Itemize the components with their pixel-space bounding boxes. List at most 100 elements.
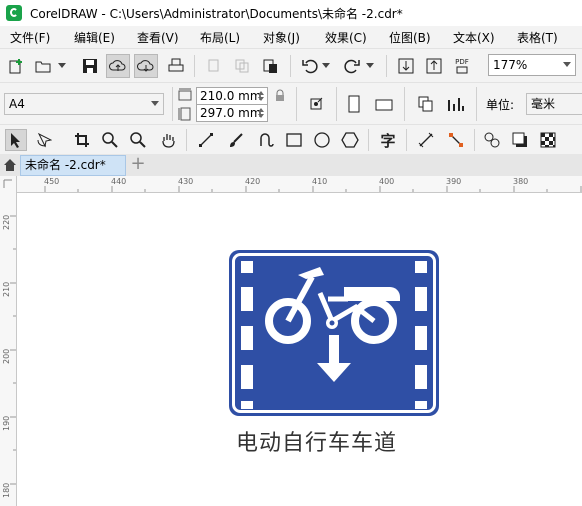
copy-icon[interactable]	[232, 56, 252, 76]
crop-tool-icon[interactable]	[72, 130, 92, 150]
polygon-tool-icon[interactable]	[340, 130, 360, 150]
zoom-level-combo[interactable]: 177%	[488, 54, 576, 76]
page-height-input[interactable]: 297.0 mm	[196, 104, 268, 122]
menu-bitmap[interactable]: 位图(B)	[389, 29, 431, 46]
all-pages-icon[interactable]	[416, 94, 436, 114]
spin-up-icon[interactable]	[258, 91, 264, 95]
current-page-icon[interactable]	[446, 94, 466, 114]
print-icon[interactable]	[166, 56, 186, 76]
artistic-media-tool-icon[interactable]	[226, 130, 246, 150]
lock-ratio-icon[interactable]	[272, 88, 288, 102]
page-height-value: 297.0 mm	[200, 106, 262, 120]
ruler-tick-label: 450	[44, 177, 60, 186]
window-title: CorelDRAW - C:\Users\Administrator\Docum…	[30, 7, 403, 21]
bezier-tool-icon[interactable]	[256, 130, 276, 150]
text-tool-icon[interactable]: 字	[378, 130, 398, 150]
cloud-upload-icon[interactable]	[106, 54, 130, 78]
spin-down-icon[interactable]	[258, 114, 264, 118]
menu-table[interactable]: 表格(T)	[517, 29, 558, 46]
zoom-out-tool-icon[interactable]	[128, 130, 148, 150]
standard-toolbar: PDF 177%	[0, 48, 582, 83]
sign-background	[229, 250, 439, 416]
units-combo[interactable]: 毫米	[526, 93, 582, 115]
menu-layout[interactable]: 布局(L)	[200, 29, 240, 46]
redo-dropdown-icon[interactable]	[364, 56, 376, 76]
ruler-tick-label: 390	[446, 177, 462, 186]
page-orientation-crosshair-icon[interactable]	[306, 94, 326, 114]
zoom-level-value: 177%	[493, 58, 528, 72]
ellipse-tool-icon[interactable]	[312, 130, 332, 150]
undo-icon[interactable]	[300, 56, 320, 76]
ruler-tick-label: 400	[379, 177, 395, 186]
page-width-input[interactable]: 210.0 mm	[196, 87, 268, 105]
pdf-export-icon[interactable]: PDF	[452, 56, 472, 76]
new-document-icon[interactable]	[6, 56, 26, 76]
spin-up-icon[interactable]	[258, 108, 264, 112]
menu-text[interactable]: 文本(X)	[453, 29, 495, 46]
units-label: 单位:	[486, 98, 515, 112]
tab-document-label: 未命名 -2.cdr*	[25, 158, 106, 172]
ruler-tick-label: 200	[2, 348, 11, 364]
ruler-corner[interactable]	[0, 176, 16, 192]
ruler-tick-label: 440	[111, 177, 127, 186]
ruler-tick-label: 420	[245, 177, 261, 186]
open-folder-icon[interactable]	[34, 56, 54, 76]
menu-edit[interactable]: 编辑(E)	[74, 29, 115, 46]
paste-icon[interactable]	[260, 56, 280, 76]
menu-object[interactable]: 对象(J)	[263, 29, 300, 46]
parallel-dimension-tool-icon[interactable]	[416, 130, 436, 150]
undo-dropdown-icon[interactable]	[320, 56, 332, 76]
chevron-down-icon[interactable]	[563, 62, 571, 67]
transparency-tool-icon[interactable]	[538, 130, 558, 150]
menu-view[interactable]: 查看(V)	[137, 29, 179, 46]
shape-tool-icon[interactable]	[34, 130, 54, 150]
toolbar-separator	[172, 87, 173, 121]
toolbar-separator	[474, 129, 475, 151]
bicycle-lane-sign[interactable]	[228, 249, 440, 417]
sign-caption-text[interactable]: 电动自行车车道	[236, 425, 397, 457]
coreldraw-logo-icon	[6, 5, 22, 21]
import-icon[interactable]	[396, 56, 416, 76]
page-height-icon	[178, 107, 192, 124]
toolbar-separator	[290, 55, 291, 77]
cloud-download-icon[interactable]	[134, 54, 158, 78]
open-dropdown-icon[interactable]	[56, 56, 68, 76]
home-icon[interactable]	[0, 154, 20, 176]
connector-tool-icon[interactable]	[446, 130, 466, 150]
toolbar-separator	[296, 87, 297, 121]
chevron-down-icon[interactable]	[151, 101, 159, 106]
page-width-value: 210.0 mm	[200, 89, 262, 103]
horizontal-ruler[interactable]: 450 440 430 420 410 400 390 380	[16, 176, 582, 193]
spin-down-icon[interactable]	[258, 97, 264, 101]
ruler-tick-label: 220	[2, 214, 11, 230]
tab-document[interactable]: 未命名 -2.cdr*	[20, 155, 126, 176]
cut-icon[interactable]	[204, 56, 224, 76]
toolbar-separator	[194, 55, 195, 77]
vertical-ruler[interactable]: 220 210 200 190 180	[0, 176, 17, 506]
toolbar-separator	[404, 87, 405, 121]
drop-shadow-tool-icon[interactable]	[510, 130, 530, 150]
toolbar-separator	[336, 87, 337, 121]
zoom-tool-icon[interactable]	[100, 130, 120, 150]
pick-tool-icon[interactable]	[5, 129, 27, 151]
toolbox: 字	[0, 124, 582, 155]
export-icon[interactable]	[424, 56, 444, 76]
landscape-icon[interactable]	[374, 94, 394, 114]
ruler-tick-label: 380	[513, 177, 529, 186]
save-icon[interactable]	[80, 56, 100, 76]
page-width-icon	[178, 88, 192, 105]
portrait-icon[interactable]	[344, 94, 364, 114]
freehand-tool-icon[interactable]	[196, 130, 216, 150]
blend-tool-icon[interactable]	[482, 130, 502, 150]
toolbar-separator	[406, 129, 407, 151]
add-tab-icon[interactable]: +	[128, 155, 148, 175]
ruler-tick-label: 190	[2, 415, 11, 431]
redo-icon[interactable]	[342, 56, 362, 76]
menu-effects[interactable]: 效果(C)	[325, 29, 367, 46]
property-bar: A4 210.0 mm 297.0 mm 单位: 毫米	[0, 82, 582, 125]
ruler-tick-label: 210	[2, 281, 11, 297]
rectangle-tool-icon[interactable]	[284, 130, 304, 150]
pan-tool-icon[interactable]	[158, 130, 178, 150]
menu-file[interactable]: 文件(F)	[10, 29, 50, 46]
page-size-combo[interactable]: A4	[4, 93, 164, 115]
